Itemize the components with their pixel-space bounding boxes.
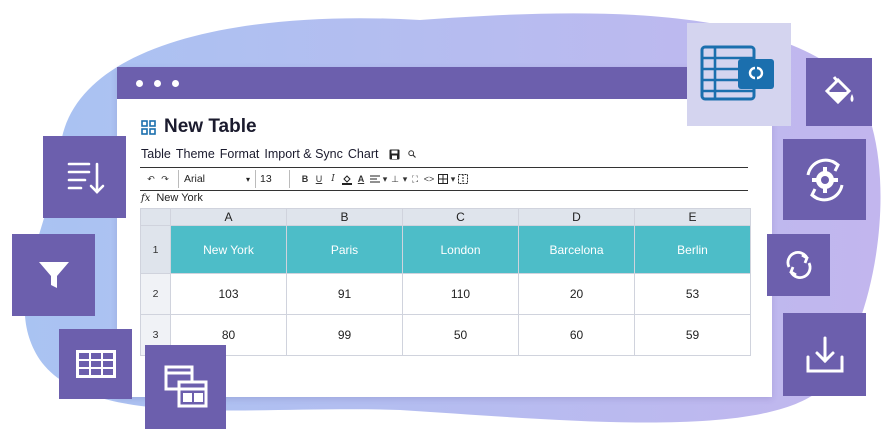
search-icon[interactable] bbox=[408, 150, 417, 158]
table-row: 1 New York Paris London Barcelona Berlin bbox=[140, 225, 751, 274]
table-cell[interactable]: Barcelona bbox=[518, 225, 635, 274]
fill-color-icon[interactable] bbox=[340, 171, 354, 187]
table-tile[interactable] bbox=[59, 329, 132, 399]
multi-table-icon bbox=[164, 365, 207, 408]
grid-icon bbox=[141, 119, 156, 135]
borders-icon[interactable] bbox=[436, 171, 450, 187]
table-cell[interactable]: Paris bbox=[286, 225, 403, 274]
font-size-value: 13 bbox=[260, 173, 272, 185]
table-cell[interactable]: 59 bbox=[634, 314, 751, 356]
font-size-input[interactable]: 13 bbox=[256, 170, 290, 188]
underline-button[interactable]: U bbox=[312, 171, 326, 187]
menu-item-import-sync[interactable]: Import & Sync bbox=[264, 147, 343, 161]
download-tile[interactable] bbox=[783, 313, 866, 396]
text-color-icon[interactable]: A bbox=[354, 171, 368, 187]
table-cell[interactable]: New York bbox=[170, 225, 287, 274]
window-titlebar bbox=[117, 67, 772, 99]
settings-sync-icon bbox=[806, 158, 843, 201]
table-cell[interactable]: 20 bbox=[518, 273, 635, 315]
column-header[interactable]: D bbox=[518, 208, 635, 226]
column-header[interactable]: C bbox=[402, 208, 519, 226]
excel-sync-tile[interactable] bbox=[687, 23, 791, 126]
sort-icon bbox=[67, 162, 104, 194]
menu-item-chart[interactable]: Chart bbox=[348, 147, 379, 161]
table-cell[interactable]: 50 bbox=[402, 314, 519, 356]
settings-sync-tile[interactable] bbox=[783, 139, 866, 220]
spreadsheet-grid: A B C D E 1 New York Paris London Barcel… bbox=[140, 208, 751, 356]
menu-item-table[interactable]: Table bbox=[141, 147, 171, 161]
excel-sync-icon bbox=[700, 45, 774, 100]
download-icon bbox=[806, 336, 843, 372]
filter-icon bbox=[38, 262, 69, 288]
format-toolbar: ↶ ↷ Arial ▾ 13 B U I A ▾ ⊥ ▾ ⛶ <> ▾ bbox=[140, 167, 748, 191]
refresh-tile[interactable] bbox=[767, 234, 830, 296]
italic-button[interactable]: I bbox=[326, 171, 340, 187]
redo-icon[interactable]: ↷ bbox=[158, 171, 172, 187]
table-row: 3 80 99 50 60 59 bbox=[140, 314, 751, 356]
table-cell[interactable]: London bbox=[402, 225, 519, 274]
corner-cell[interactable] bbox=[140, 208, 171, 226]
align-icon[interactable] bbox=[368, 171, 382, 187]
font-family-value: Arial bbox=[184, 173, 206, 185]
formula-value[interactable]: New York bbox=[156, 192, 202, 204]
clear-format-icon[interactable] bbox=[456, 171, 470, 187]
multi-table-tile[interactable] bbox=[145, 345, 226, 429]
page-title: New Table bbox=[164, 116, 257, 137]
undo-icon[interactable]: ↶ bbox=[144, 171, 158, 187]
row-number[interactable]: 1 bbox=[140, 225, 171, 274]
table-cell[interactable]: 103 bbox=[170, 273, 287, 315]
window-dot bbox=[136, 80, 143, 87]
column-header-row: A B C D E bbox=[140, 208, 751, 226]
sort-tile[interactable] bbox=[43, 136, 126, 218]
fx-icon: fx bbox=[141, 192, 151, 204]
table-cell[interactable]: 53 bbox=[634, 273, 751, 315]
menu-item-theme[interactable]: Theme bbox=[176, 147, 215, 161]
font-family-select[interactable]: Arial ▾ bbox=[178, 170, 256, 188]
paint-bucket-icon bbox=[824, 76, 854, 105]
refresh-icon bbox=[786, 251, 811, 279]
window-dot bbox=[154, 80, 161, 87]
menu-item-format[interactable]: Format bbox=[220, 147, 260, 161]
paint-tile[interactable] bbox=[806, 58, 872, 126]
table-cell[interactable]: 60 bbox=[518, 314, 635, 356]
table-heading: New Table bbox=[141, 116, 257, 138]
table-row: 2 103 91 110 20 53 bbox=[140, 273, 751, 315]
table-cell[interactable]: Berlin bbox=[634, 225, 751, 274]
save-icon[interactable] bbox=[389, 149, 400, 160]
table-cell[interactable]: 110 bbox=[402, 273, 519, 315]
column-header[interactable]: B bbox=[286, 208, 403, 226]
bold-button[interactable]: B bbox=[298, 171, 312, 187]
code-icon[interactable]: <> bbox=[422, 171, 436, 187]
column-header[interactable]: A bbox=[170, 208, 287, 226]
window-dot bbox=[172, 80, 179, 87]
table-icon bbox=[75, 350, 116, 378]
filter-tile[interactable] bbox=[12, 234, 95, 316]
chevron-down-icon: ▾ bbox=[245, 174, 250, 184]
row-number[interactable]: 2 bbox=[140, 273, 171, 315]
menu-bar: Table Theme Format Import & Sync Chart bbox=[141, 147, 417, 161]
merge-icon[interactable]: ⛶ bbox=[408, 171, 422, 187]
formula-bar[interactable]: fx New York bbox=[141, 192, 203, 204]
column-header[interactable]: E bbox=[634, 208, 751, 226]
table-cell[interactable]: 99 bbox=[286, 314, 403, 356]
valign-icon[interactable]: ⊥ bbox=[388, 171, 402, 187]
table-cell[interactable]: 91 bbox=[286, 273, 403, 315]
